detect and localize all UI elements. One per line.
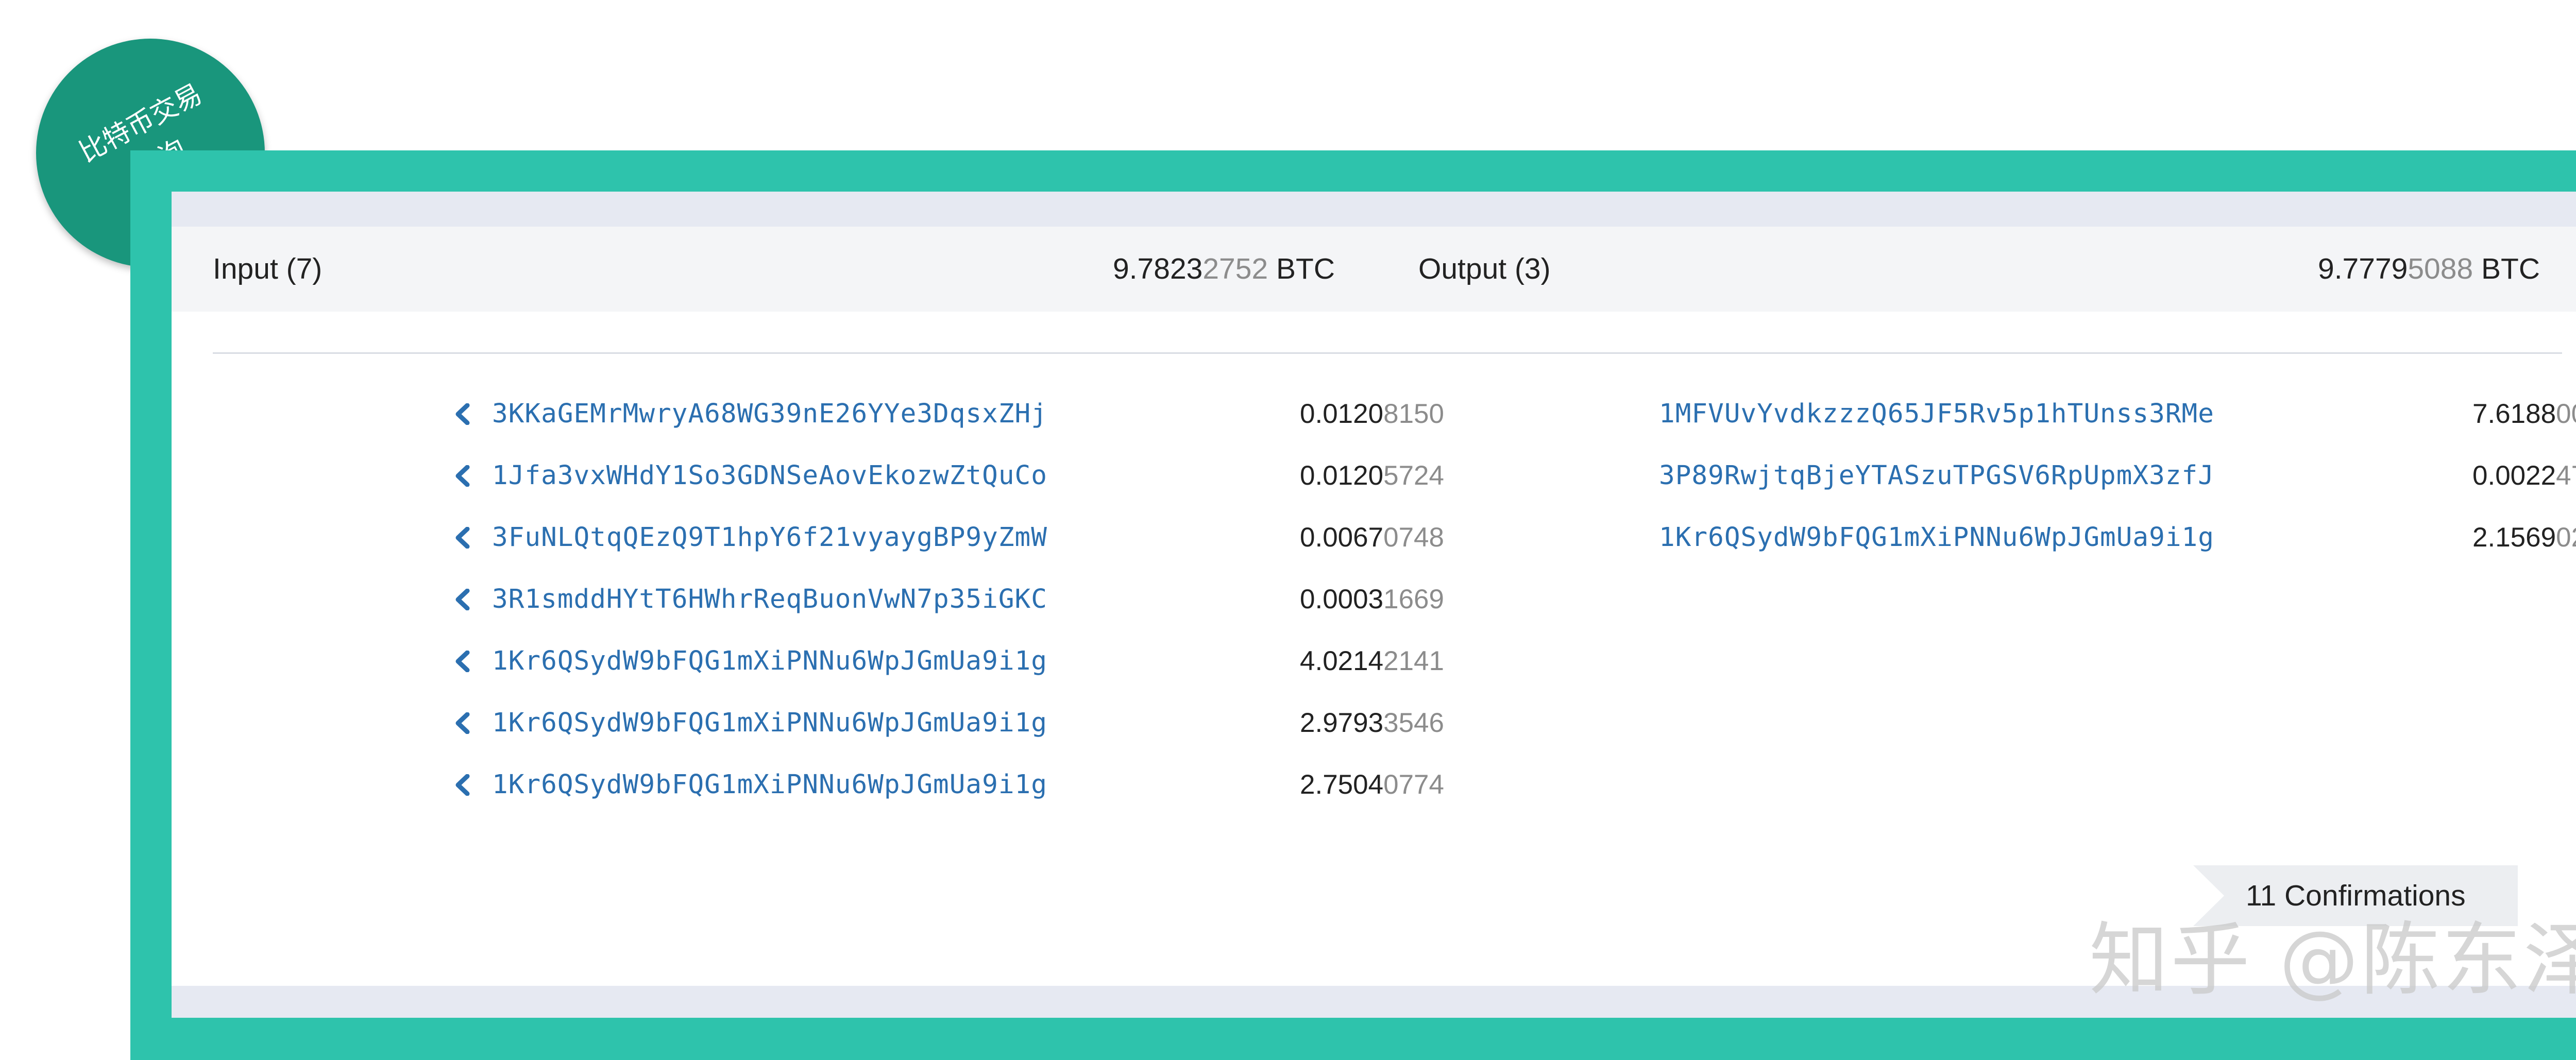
amount-main: 2.7504 xyxy=(1300,770,1384,800)
chevron-left-icon[interactable] xyxy=(453,705,471,741)
input-address-link[interactable]: 3R1smddHYtT6HWhrReqBuonVwN7p35iGKC xyxy=(492,582,1047,618)
input-total: 9.78232752 BTC xyxy=(1113,227,1335,312)
amount-dim: 0000 xyxy=(2556,399,2576,429)
amount-main: 4.0214 xyxy=(1300,646,1384,676)
output-amount: 7.61880000 xyxy=(2472,396,2576,432)
chevron-left-icon[interactable] xyxy=(453,458,471,494)
amount-main: 2.1569 xyxy=(2472,522,2556,553)
amount-dim: 4789 xyxy=(2556,460,2576,491)
amount-main: 2.9793 xyxy=(1300,708,1384,738)
chevron-left-icon[interactable] xyxy=(453,767,471,803)
chevron-left-icon[interactable] xyxy=(453,396,471,432)
output-total-main: 9.7779 xyxy=(2318,252,2408,285)
input-address-link[interactable]: 1Kr6QSydW9bFQG1mXiPNNu6WpJGmUa9i1g xyxy=(492,767,1047,803)
output-address-link[interactable]: 1Kr6QSydW9bFQG1mXiPNNu6WpJGmUa9i1g xyxy=(1659,520,2214,556)
input-address-link[interactable]: 3KKaGEMrMwryA68WG39nE26YYe3DqsxZHj xyxy=(492,396,1047,432)
input-total-unit: BTC xyxy=(1268,252,1335,285)
input-total-dim: 2752 xyxy=(1202,252,1268,285)
output-total-dim: 5088 xyxy=(2408,252,2473,285)
output-total: 9.77795088 BTC xyxy=(2318,227,2540,312)
input-amount: 0.00031669 xyxy=(1300,582,1444,618)
input-amount: 2.75040774 xyxy=(1300,767,1444,803)
input-total-main: 9.7823 xyxy=(1113,252,1203,285)
amount-dim: 1669 xyxy=(1383,584,1445,614)
input-amount: 0.00670748 xyxy=(1300,520,1444,556)
amount-main: 0.0022 xyxy=(2472,460,2556,491)
input-amount: 0.01205724 xyxy=(1300,458,1444,494)
amount-dim: 3546 xyxy=(1383,708,1445,738)
input-amount: 4.02142141 xyxy=(1300,643,1444,679)
output-address-link[interactable]: 3P89RwjtqBjeYTASzuTPGSV6RpUpmX3zfJ xyxy=(1659,458,2214,494)
amount-dim: 8150 xyxy=(1383,399,1445,429)
amount-main: 0.0067 xyxy=(1300,522,1384,553)
watermark: 知乎 @陈东泽 xyxy=(2089,914,2576,1006)
amount-dim: 0299 xyxy=(2556,522,2576,553)
input-address-link[interactable]: 3FuNLQtqQEzQ9T1hpY6f21vyaygBP9yZmW xyxy=(492,520,1047,556)
chevron-left-icon[interactable] xyxy=(453,520,471,556)
output-amount: 2.15690299 xyxy=(2472,520,2576,556)
output-address-link[interactable]: 1MFVUvYvdkzzzQ65JF5Rv5p1hTUnss3RMe xyxy=(1659,396,2214,432)
header-divider xyxy=(213,352,2562,354)
chevron-left-icon[interactable] xyxy=(453,582,471,618)
input-count-label: Input (7) xyxy=(213,252,323,285)
chevron-left-icon[interactable] xyxy=(453,643,471,679)
input-address-link[interactable]: 1Kr6QSydW9bFQG1mXiPNNu6WpJGmUa9i1g xyxy=(492,705,1047,741)
amount-main: 7.6188 xyxy=(2472,399,2556,429)
output-total-unit: BTC xyxy=(2473,252,2540,285)
card-header: Input (7) 9.78232752 BTC Output (3) 9.77… xyxy=(172,227,2576,312)
input-amount: 0.01208150 xyxy=(1300,396,1444,432)
input-amount: 2.97933546 xyxy=(1300,705,1444,741)
amount-main: 0.0120 xyxy=(1300,460,1384,491)
amount-dim: 0748 xyxy=(1383,522,1445,553)
output-count-label: Output (3) xyxy=(1418,252,1551,285)
amount-main: 0.0003 xyxy=(1300,584,1384,614)
amount-main: 0.0120 xyxy=(1300,399,1384,429)
input-address-link[interactable]: 1Jfa3vxWHdY1So3GDNSeAovEkozwZtQuCo xyxy=(492,458,1047,494)
card-top-strip xyxy=(172,192,2576,227)
output-amount: 0.00224789 xyxy=(2472,458,2576,494)
input-address-link[interactable]: 1Kr6QSydW9bFQG1mXiPNNu6WpJGmUa9i1g xyxy=(492,643,1047,679)
amount-dim: 0774 xyxy=(1383,770,1445,800)
amount-dim: 2141 xyxy=(1383,646,1445,676)
amount-dim: 5724 xyxy=(1383,460,1445,491)
